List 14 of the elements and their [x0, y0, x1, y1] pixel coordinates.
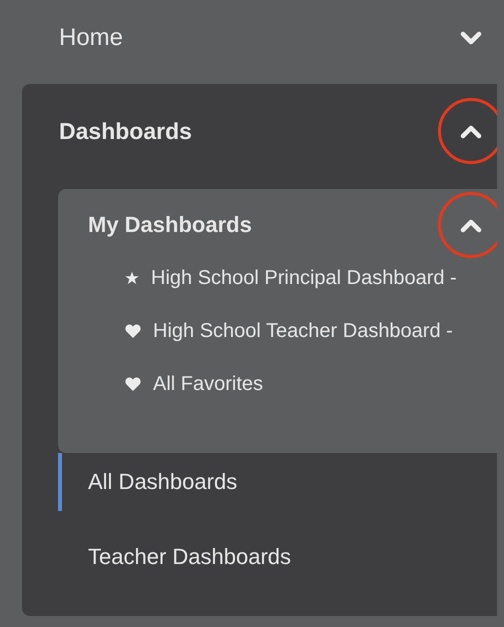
chevron-up-icon[interactable] — [460, 217, 482, 233]
nav-item[interactable]: Home — [59, 24, 124, 52]
dashboard-link[interactable]: All Favorites — [153, 372, 264, 396]
group-title[interactable]: My Dashboards — [88, 212, 252, 238]
heart-icon — [125, 324, 141, 338]
star-icon — [125, 271, 139, 285]
dashboard-link[interactable]: High School Teacher Dashboard - — [153, 320, 453, 342]
nav-link[interactable]: Teacher Dashboards — [88, 544, 292, 570]
heart-icon — [125, 377, 141, 391]
chevron-down-icon[interactable] — [460, 30, 482, 46]
nav-link[interactable]: All Dashboards — [88, 469, 238, 495]
section-title[interactable]: Dashboards — [59, 118, 192, 144]
dashboard-link[interactable]: High School Principal Dashboard - — [151, 266, 457, 290]
chevron-up-icon[interactable] — [460, 123, 482, 139]
